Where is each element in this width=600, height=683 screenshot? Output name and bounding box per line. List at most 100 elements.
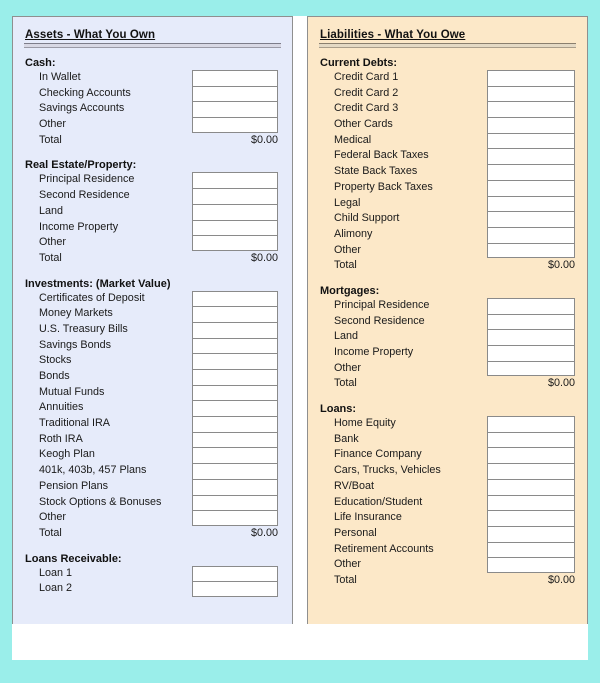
amount-input[interactable] [487, 70, 575, 86]
entry-row: Other [23, 510, 282, 526]
amount-input[interactable] [192, 188, 278, 204]
amount-input[interactable] [192, 117, 278, 133]
entry-label: Property Back Taxes [334, 180, 433, 193]
entry-row: Other [318, 360, 577, 377]
amount-input[interactable] [192, 321, 278, 338]
amount-input[interactable] [487, 510, 575, 526]
amount-input[interactable] [192, 172, 278, 189]
entry-row: Stock Options & Bonuses [23, 494, 282, 511]
entry-row: Life Insurance [318, 510, 577, 526]
amount-input[interactable] [192, 510, 278, 526]
amount-input[interactable] [192, 101, 278, 118]
amount-input[interactable] [487, 179, 575, 196]
entry-label: Second Residence [39, 189, 130, 202]
entry-label: Other [39, 236, 67, 249]
entry-row: Other [318, 242, 577, 259]
amount-input[interactable] [487, 226, 575, 243]
amount-input[interactable] [192, 494, 278, 511]
entry-label: Mutual Funds [39, 385, 105, 398]
amount-input[interactable] [487, 557, 575, 573]
entry-label: Stock Options & Bonuses [39, 495, 162, 508]
amount-input[interactable] [192, 70, 278, 86]
total-label: Total [334, 377, 357, 390]
entry-row: Land [318, 329, 577, 345]
amount-input[interactable] [487, 463, 575, 479]
amount-input[interactable] [192, 235, 278, 251]
amount-input[interactable] [487, 242, 575, 259]
total-label: Total [39, 133, 62, 146]
amount-input[interactable] [192, 337, 278, 354]
amount-input[interactable] [487, 329, 575, 345]
amount-input[interactable] [192, 565, 278, 582]
entry-row: Second Residence [23, 188, 282, 204]
amount-input[interactable] [487, 117, 575, 133]
entry-row: Personal [318, 525, 577, 542]
entry-row: Federal Back Taxes [318, 148, 577, 165]
amount-input[interactable] [487, 313, 575, 330]
amount-input[interactable] [192, 478, 278, 495]
entry-label: Legal [334, 196, 361, 209]
amount-input[interactable] [487, 195, 575, 212]
entry-row: Alimony [318, 226, 577, 243]
total-amount: $0.00 [250, 133, 278, 146]
entry-row: Second Residence [318, 313, 577, 330]
amount-input[interactable] [192, 369, 278, 385]
amount-input[interactable] [487, 541, 575, 558]
entry-row: Certificates of Deposit [23, 290, 282, 307]
entry-label: Keogh Plan [39, 448, 95, 461]
amount-input[interactable] [192, 463, 278, 479]
entry-row: Roth IRA [23, 431, 282, 448]
amount-input[interactable] [192, 384, 278, 401]
amount-input[interactable] [192, 219, 278, 236]
amount-input[interactable] [487, 360, 575, 377]
entry-row: Legal [318, 195, 577, 212]
amount-input[interactable] [192, 306, 278, 322]
entry-label: Savings Accounts [39, 102, 125, 115]
amount-input[interactable] [487, 447, 575, 464]
amount-input[interactable] [487, 297, 575, 314]
entry-label: Land [39, 204, 64, 217]
amount-input[interactable] [192, 400, 278, 417]
amount-input[interactable] [487, 494, 575, 511]
amount-input[interactable] [487, 345, 575, 361]
amount-input[interactable] [487, 101, 575, 118]
amount-input[interactable] [487, 431, 575, 448]
amount-input[interactable] [487, 164, 575, 180]
entry-row: Bank [318, 431, 577, 448]
entry-label: Traditional IRA [39, 417, 111, 430]
group: Loans: Home Equity Bank Finance Company Cars… [318, 403, 577, 589]
entry-row: In Wallet [23, 70, 282, 86]
amount-input[interactable] [487, 478, 575, 495]
entry-row: Traditional IRA [23, 416, 282, 432]
amount-input[interactable] [487, 525, 575, 542]
group: Investments: (Market Value) Certificates … [23, 278, 282, 542]
amount-input[interactable] [487, 211, 575, 227]
amount-input[interactable] [192, 85, 278, 102]
amount-input[interactable] [487, 132, 575, 149]
amount-input[interactable] [487, 85, 575, 102]
group: Real Estate/Property: Principal Residence… [23, 159, 282, 266]
amount-input[interactable] [192, 353, 278, 369]
amount-input[interactable] [192, 581, 278, 597]
amount-input[interactable] [192, 447, 278, 464]
entry-row: Savings Bonds [23, 337, 282, 354]
panel-inner: Liabilities - What You Owe Current Debts:… [308, 17, 587, 589]
entry-label: Checking Accounts [39, 86, 131, 99]
panel-assets: Assets - What You Own Cash: In Wallet Check… [12, 16, 293, 624]
amount-input[interactable] [192, 290, 278, 307]
entry-row: Loan 2 [23, 581, 282, 597]
total-amount: $0.00 [547, 573, 575, 586]
entry-row: Cars, Trucks, Vehicles [318, 463, 577, 479]
amount-input[interactable] [192, 431, 278, 448]
entry-row: Child Support [318, 211, 577, 227]
amount-input[interactable] [487, 416, 575, 432]
entry-row: Retirement Accounts [318, 541, 577, 558]
total-row: Total $0.00 [23, 133, 282, 149]
total-amount: $0.00 [547, 259, 575, 272]
amount-input[interactable] [192, 416, 278, 432]
entry-row: Medical [318, 132, 577, 149]
entry-label: State Back Taxes [334, 165, 418, 178]
amount-input[interactable] [192, 203, 278, 220]
group-title: Investments: (Market Value) [25, 277, 171, 290]
amount-input[interactable] [487, 148, 575, 165]
